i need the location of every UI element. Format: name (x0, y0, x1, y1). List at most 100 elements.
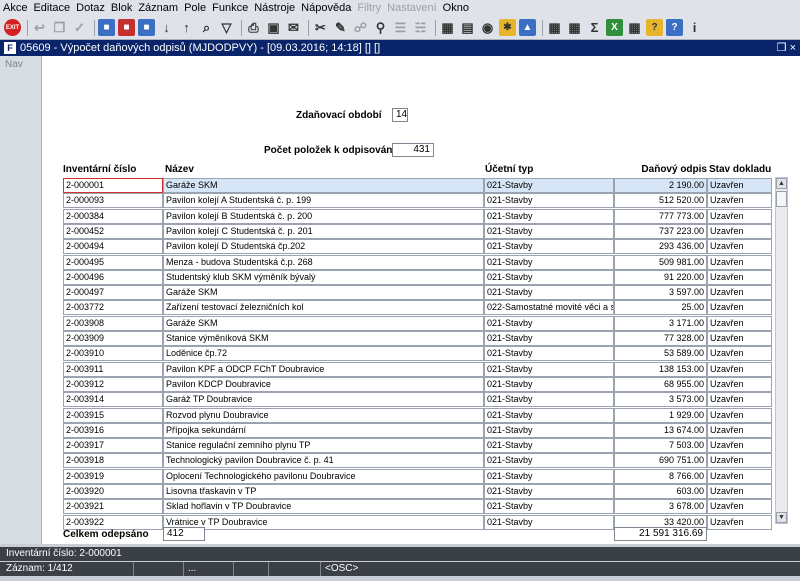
inventory-number-cell[interactable]: 2-003912 (63, 376, 163, 392)
tax-depreciation-cell[interactable]: 3 573.00 (614, 392, 707, 408)
name-cell[interactable]: Přípojka sekundární (163, 422, 484, 438)
name-cell[interactable]: Menza - budova Studentská č.p. 268 (163, 254, 484, 270)
tax-depreciation-cell[interactable]: 512 520.00 (614, 193, 707, 209)
check-icon[interactable]: ✓ (71, 19, 88, 36)
filter-clear-icon[interactable]: ■ (118, 19, 135, 36)
account-type-cell[interactable]: 021-Stavby (484, 453, 614, 469)
table-row[interactable]: 2-003911 Pavilon KPF a ODCP FChT Doubravi… (63, 361, 772, 377)
account-type-cell[interactable]: 021-Stavby (484, 223, 614, 239)
funnel-icon[interactable]: ▽ (218, 19, 235, 36)
name-cell[interactable]: Loděnice čp.72 (163, 346, 484, 362)
attach-icon[interactable]: ☍ (352, 19, 369, 36)
inventory-number-cell[interactable]: 2-003911 (63, 361, 163, 377)
table-row[interactable]: 2-000497 Garáže SKM 021-Stavby 3 597.00 Uzav… (63, 285, 772, 301)
tax-depreciation-cell[interactable]: 1 929.00 (614, 407, 707, 423)
menu-item-5[interactable]: Pole (184, 2, 206, 14)
account-type-cell[interactable]: 021-Stavby (484, 315, 614, 331)
menu-item-6[interactable]: Funkce (212, 2, 248, 14)
document-status-cell[interactable]: Uzavřen (707, 438, 772, 454)
name-cell[interactable]: Garáže SKM (163, 178, 484, 193)
document-status-cell[interactable]: Uzavřen (707, 407, 772, 423)
excel-icon[interactable]: X (606, 19, 623, 36)
menu-item-1[interactable]: Editace (33, 2, 70, 14)
inventory-number-cell[interactable]: 2-000093 (63, 193, 163, 209)
inventory-number-cell[interactable]: 2-000496 (63, 269, 163, 285)
account-type-cell[interactable]: 021-Stavby (484, 484, 614, 499)
account-type-cell[interactable]: 021-Stavby (484, 178, 614, 193)
name-cell[interactable]: Studentský klub SKM výměník bývalý (163, 269, 484, 285)
account-type-cell[interactable]: 022-Samostatné movité věci a so (484, 300, 614, 316)
inventory-number-cell[interactable]: 2-003914 (63, 392, 163, 408)
tax-depreciation-cell[interactable]: 91 220.00 (614, 269, 707, 285)
tax-depreciation-cell[interactable]: 8 766.00 (614, 468, 707, 484)
table-row[interactable]: 2-003920 Lisovna třaskavin v TP 021-Stavby… (63, 484, 772, 499)
account-type-cell[interactable]: 021-Stavby (484, 407, 614, 423)
inventory-number-cell[interactable]: 2-003915 (63, 407, 163, 423)
context-help-icon[interactable]: ? (666, 19, 683, 36)
tax-depreciation-cell[interactable]: 7 503.00 (614, 438, 707, 454)
back-icon[interactable]: ↩ (31, 19, 48, 36)
inventory-number-cell[interactable]: 2-003921 (63, 499, 163, 515)
tax-depreciation-cell[interactable]: 13 674.00 (614, 422, 707, 438)
help-icon[interactable]: ? (646, 19, 663, 36)
table-row[interactable]: 2-003914 Garáž TP Doubravice 021-Stavby 3 5… (63, 392, 772, 408)
document-status-cell[interactable]: Uzavřen (707, 208, 772, 224)
document-status-cell[interactable]: Uzavřen (707, 315, 772, 331)
nav-panel[interactable]: Nav (0, 56, 42, 544)
inventory-number-cell[interactable]: 2-000494 (63, 239, 163, 255)
document-status-cell[interactable]: Uzavřen (707, 376, 772, 392)
name-cell[interactable]: Pavilon kolejí A Studentská č. p. 199 (163, 193, 484, 209)
document-status-cell[interactable]: Uzavřen (707, 285, 772, 301)
menu-item-7[interactable]: Nástroje (254, 2, 295, 14)
tax-depreciation-cell[interactable]: 138 153.00 (614, 361, 707, 377)
copy-icon[interactable]: ❐ (51, 19, 68, 36)
table-row[interactable]: 2-003918 Technologický pavilon Doubravice… (63, 453, 772, 469)
account-type-cell[interactable]: 021-Stavby (484, 499, 614, 515)
name-cell[interactable]: Garáž TP Doubravice (163, 392, 484, 408)
name-cell[interactable]: Rozvod plynu Doubravice (163, 407, 484, 423)
cut-icon[interactable]: ✂ (312, 19, 329, 36)
name-cell[interactable]: Oplocení Technologického pavilonu Doubra… (163, 468, 484, 484)
tax-depreciation-cell[interactable]: 3 678.00 (614, 499, 707, 515)
inventory-number-cell[interactable]: 2-003919 (63, 468, 163, 484)
tax-depreciation-cell[interactable]: 603.00 (614, 484, 707, 499)
inventory-number-cell[interactable]: 2-000497 (63, 285, 163, 301)
name-cell[interactable]: Technologický pavilon Doubravice č. p. 4… (163, 453, 484, 469)
filter-run-icon[interactable]: ■ (138, 19, 155, 36)
account-type-cell[interactable]: 021-Stavby (484, 208, 614, 224)
inventory-number-cell[interactable]: 2-003910 (63, 346, 163, 362)
name-cell[interactable]: Zařízení testovací železničních kol (163, 300, 484, 316)
sort-asc-icon[interactable]: ↓ (158, 19, 175, 36)
inventory-number-cell[interactable]: 2-003922 (63, 514, 163, 530)
table-row[interactable]: 2-003908 Garáže SKM 021-Stavby 3 171.00 Uzav… (63, 315, 772, 331)
account-type-cell[interactable]: 021-Stavby (484, 285, 614, 301)
account-type-cell[interactable]: 021-Stavby (484, 422, 614, 438)
chart-icon[interactable]: ▦ (439, 19, 456, 36)
name-cell[interactable]: Garáže SKM (163, 315, 484, 331)
document-status-cell[interactable]: Uzavřen (707, 468, 772, 484)
scroll-down-icon[interactable]: ▼ (776, 512, 787, 523)
inventory-number-cell[interactable]: 2-000452 (63, 223, 163, 239)
tax-depreciation-cell[interactable]: 509 981.00 (614, 254, 707, 270)
name-cell[interactable]: Vrátnice v TP Doubravice (163, 514, 484, 530)
account-type-cell[interactable]: 021-Stavby (484, 193, 614, 209)
document-status-cell[interactable]: Uzavřen (707, 223, 772, 239)
scroll-up-icon[interactable]: ▲ (776, 178, 787, 189)
account-type-cell[interactable]: 021-Stavby (484, 239, 614, 255)
table-row[interactable]: 2-003909 Stanice výměníková SKM 021-Stavby… (63, 331, 772, 346)
menu-item-0[interactable]: Akce (3, 2, 27, 14)
account-type-cell[interactable]: 021-Stavby (484, 269, 614, 285)
tax-depreciation-cell[interactable]: 737 223.00 (614, 223, 707, 239)
menu-item-9[interactable]: Filtry (357, 2, 381, 14)
document-status-cell[interactable]: Uzavřen (707, 269, 772, 285)
table-row[interactable]: 2-000496 Studentský klub SKM výměník býva… (63, 269, 772, 285)
name-cell[interactable]: Pavilon KPF a ODCP FChT Doubravice (163, 361, 484, 377)
zoom-icon[interactable]: ⚲ (372, 19, 389, 36)
name-cell[interactable]: Lisovna třaskavin v TP (163, 484, 484, 499)
table-scrollbar[interactable]: ▲ ▼ (775, 177, 788, 524)
document-status-cell[interactable]: Uzavřen (707, 484, 772, 499)
name-cell[interactable]: Pavilon kolejí D Studentská čp.202 (163, 239, 484, 255)
document-status-cell[interactable]: Uzavřen (707, 361, 772, 377)
table-row[interactable]: 2-000495 Menza - budova Studentská č.p. 2… (63, 254, 772, 270)
document-status-cell[interactable]: Uzavřen (707, 331, 772, 346)
